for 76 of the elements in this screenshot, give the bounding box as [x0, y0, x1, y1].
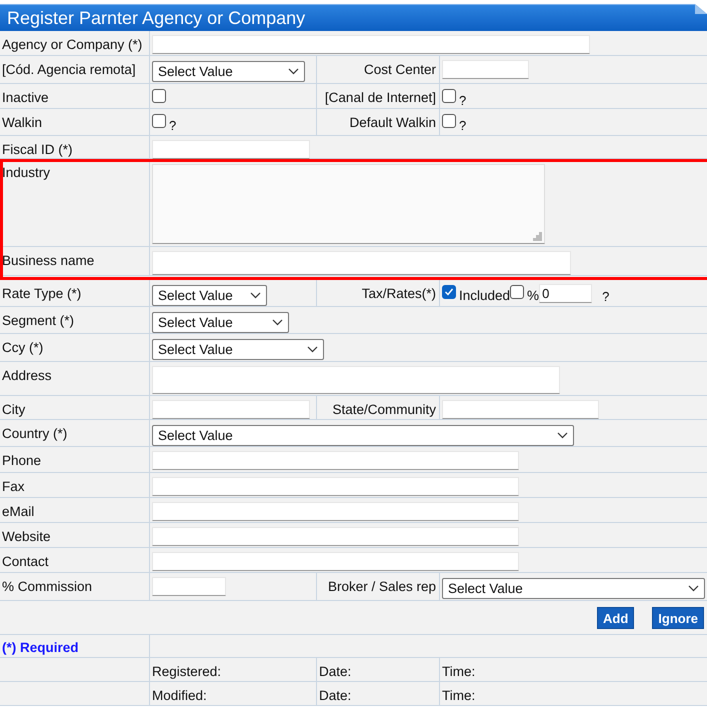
input-field[interactable]	[152, 552, 519, 571]
folded-corner-icon	[695, 4, 707, 14]
option-label: %	[527, 287, 540, 303]
check-icon	[444, 287, 454, 297]
field-label: eMail	[2, 503, 34, 519]
input-field[interactable]	[152, 35, 590, 54]
chevron-down-icon	[288, 68, 299, 75]
field-label: Inactive	[2, 89, 49, 105]
chevron-down-icon	[272, 319, 283, 326]
field-label: Country (*)	[2, 425, 68, 441]
input-field[interactable]	[152, 251, 571, 275]
field-label: Agency or Company (*)	[2, 36, 142, 52]
select-dropdown[interactable]: Select Value	[442, 578, 705, 599]
ignore-button[interactable]: Ignore	[652, 607, 704, 629]
help-mark: ?	[459, 117, 466, 133]
field-label: Ccy (*)	[2, 339, 44, 355]
select-dropdown[interactable]: Select Value	[152, 312, 289, 333]
add-button[interactable]: Add	[596, 607, 634, 629]
input-field[interactable]	[152, 140, 310, 159]
date-label: Date:	[319, 663, 352, 679]
audit-label: Registered:	[152, 663, 222, 679]
field-label: Cost Center	[364, 61, 436, 77]
field-label: Tax/Rates(*)	[362, 285, 436, 301]
time-label: Time:	[442, 687, 476, 703]
checkbox[interactable]	[152, 114, 166, 128]
select-dropdown[interactable]: Select Value	[152, 61, 305, 82]
field-label: % Commission	[2, 578, 92, 594]
field-label: City	[2, 401, 26, 417]
input-field[interactable]	[152, 451, 519, 470]
chevron-down-icon	[557, 432, 568, 439]
select-dropdown[interactable]: Select Value	[152, 339, 324, 360]
field-label: Business name	[2, 252, 94, 268]
select-dropdown[interactable]: Select Value	[152, 285, 267, 306]
field-label: Address	[2, 367, 52, 383]
window-title: Register Parnter Agency or Company	[7, 8, 306, 28]
checkbox[interactable]	[510, 285, 524, 299]
input-field[interactable]	[152, 400, 310, 419]
input-field[interactable]: 0	[539, 284, 592, 303]
field-label: Default Walkin	[349, 114, 436, 130]
input-field[interactable]	[152, 577, 226, 596]
time-label: Time:	[442, 663, 476, 679]
help-mark: ?	[602, 288, 610, 304]
chevron-down-icon	[307, 346, 318, 353]
field-label: Phone	[2, 452, 42, 468]
option-label: Included	[459, 287, 510, 303]
field-label: Website	[2, 528, 51, 544]
chevron-down-icon	[250, 292, 261, 299]
date-label: Date:	[319, 687, 352, 703]
checkbox[interactable]	[442, 114, 456, 128]
input-field[interactable]	[152, 527, 519, 546]
input-field[interactable]	[152, 366, 560, 394]
field-label: State/Community	[332, 401, 436, 417]
field-label: Segment (*)	[2, 312, 74, 328]
select-dropdown[interactable]: Select Value	[152, 425, 574, 446]
field-label: Fax	[2, 478, 25, 494]
input-field[interactable]	[152, 477, 519, 496]
help-mark: ?	[169, 117, 176, 133]
input-field[interactable]	[442, 400, 599, 419]
checkbox[interactable]	[152, 89, 166, 103]
help-mark: ?	[459, 92, 466, 108]
input-field[interactable]	[442, 60, 529, 79]
field-label: Walkin	[2, 114, 42, 130]
checkbox[interactable]	[442, 285, 456, 299]
required-note: (*) Required	[2, 639, 79, 655]
resize-grip-icon[interactable]	[533, 232, 542, 241]
field-label: [Canal de Internet]	[324, 89, 436, 105]
input-field[interactable]	[152, 502, 519, 521]
field-label: Industry	[2, 164, 50, 180]
checkbox[interactable]	[442, 89, 456, 103]
field-label: Fiscal ID (*)	[2, 141, 72, 157]
chevron-down-icon	[688, 585, 699, 592]
field-label: Rate Type (*)	[2, 285, 82, 301]
field-label: Contact	[2, 553, 49, 569]
audit-label: Modified:	[152, 687, 207, 703]
field-label: Broker / Sales rep	[328, 578, 436, 594]
field-label: [Cód. Agencia remota]	[2, 61, 136, 77]
